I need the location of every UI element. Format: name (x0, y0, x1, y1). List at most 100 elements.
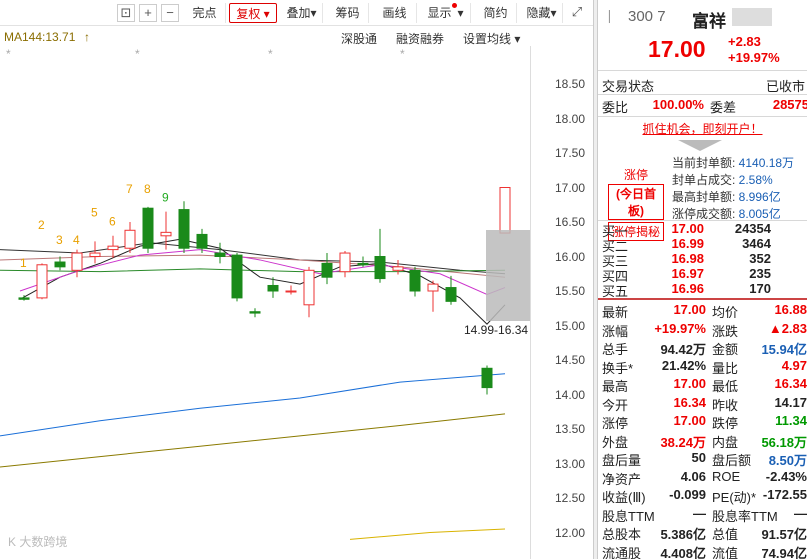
tool-hide-button[interactable]: 隐藏▾ (521, 3, 563, 23)
stat-label: ROE (712, 468, 741, 484)
candle-body (71, 252, 83, 271)
count-label: 3 (56, 233, 63, 247)
stock-app: ⊡ + − 完点 复权 ▾ 叠加▾ 筹码 画线 显示 ▾ 简约 隐藏▾ ⤢ MA1… (0, 0, 807, 559)
orderbook-row[interactable]: 买五 16.96 170 (598, 281, 807, 299)
set-ma-option[interactable]: 设置均线 ▾ (463, 30, 520, 47)
ma144-label: MA144:13.71 (4, 30, 76, 44)
stat-value: 17.00 (673, 413, 706, 428)
zoom-out-icon[interactable]: − (161, 4, 179, 22)
stat-value: 17.00 (673, 302, 706, 317)
stat-value: -0.099 (669, 487, 706, 502)
back-icon[interactable]: ❘ (604, 8, 615, 24)
orderbook-row[interactable]: 买二 16.99 3464 (598, 236, 807, 254)
stat-value: 14.17 (774, 394, 807, 410)
hk-connect-option[interactable]: 深股通 (341, 30, 377, 47)
ma-legend-row: MA144:13.71 ↑ 深股通 融资融券 设置均线 ▾ (0, 28, 593, 46)
tool-display-button[interactable]: 显示 ▾ (421, 3, 471, 23)
orderbook-row[interactable]: 买四 16.97 235 (598, 266, 807, 284)
limit-detail-label: 封单占成交: (672, 173, 736, 187)
stat-value: 50 (691, 450, 706, 465)
range-highlight (486, 230, 530, 321)
fullscreen-icon[interactable]: ⤢ (568, 4, 586, 22)
tool-draw-button[interactable]: 画线 (373, 3, 417, 23)
orderbook-qty: 24354 (734, 221, 771, 236)
stat-label: 今开 (602, 397, 629, 413)
tool-simple-button[interactable]: 简约 (475, 3, 517, 23)
stat-label: 股息率TTM (712, 508, 778, 524)
candle-body (89, 252, 101, 258)
last-price: 17.00 (648, 36, 706, 62)
collapse-arrow-icon[interactable] (678, 140, 722, 151)
stat-label: 流值 (712, 545, 739, 559)
stat-row: 涨停 17.00 跌停 11.34 (598, 413, 807, 431)
margin-trading-option[interactable]: 融资融券 (396, 30, 444, 47)
stat-label: 昨收 (712, 397, 739, 413)
candle-body (54, 261, 66, 268)
orderbook-qty: 352 (749, 251, 771, 266)
candle-body (374, 256, 386, 280)
stock-name: 富祥 (692, 12, 726, 31)
promo-link[interactable]: 抓住机会，即刻开户！ (642, 122, 762, 136)
orderbook-row[interactable]: 买一 17.00 24354 (598, 221, 807, 239)
candle-body (231, 254, 243, 299)
ma-line (19, 238, 506, 325)
notification-dot (452, 3, 458, 8)
stat-value: ▲2.83 (768, 320, 807, 336)
y-tick-label: 13.50 (555, 422, 586, 436)
orderbook-qty: 3464 (742, 236, 771, 251)
watermark: K 大数跨境 (8, 534, 67, 549)
limit-detail-row: 封单占成交: 2.58% (672, 171, 807, 187)
price-change: +2.83 (728, 34, 761, 49)
orderbook-qty: 235 (749, 266, 771, 281)
lock-icon[interactable]: ⊡ (117, 4, 135, 22)
stat-row: 今开 16.34 昨收 14.17 (598, 395, 807, 413)
stat-value: 74.94亿 (761, 545, 807, 559)
weicha-value: 28575 (772, 97, 807, 112)
stat-value: 8.50万 (768, 453, 807, 468)
y-tick-label: 15.50 (555, 284, 586, 298)
zoom-in-icon[interactable]: + (139, 4, 157, 22)
weicha-label: 委差 (710, 100, 737, 115)
price-header: 17.00 +2.83 +19.97% (598, 34, 807, 66)
orderbook-price: 16.96 (671, 281, 704, 296)
ma-line (0, 373, 506, 437)
stat-label: PE(动)* (712, 490, 757, 505)
stat-row: 最高 17.00 最低 16.34 (598, 376, 807, 394)
up-arrow-icon: ↑ (84, 30, 90, 44)
stat-value: -2.43% (765, 468, 807, 484)
name-redaction (732, 8, 772, 26)
count-label: 6 (109, 214, 116, 228)
kline-chart[interactable]: ⊡ + − 完点 复权 ▾ 叠加▾ 筹码 画线 显示 ▾ 简约 隐藏▾ ⤢ MA1… (0, 0, 593, 559)
count-label: 2 (38, 218, 45, 232)
stat-row: 流通股 4.408亿 流值 74.94亿 (598, 543, 807, 559)
stat-value: 38.24万 (660, 434, 706, 450)
promo-banner[interactable]: 抓住机会，即刻开户！ (598, 120, 807, 140)
price-change-pct: +19.97% (728, 50, 780, 65)
asterisk-mark: * (6, 47, 11, 61)
stat-row: 净资产 4.06 ROE -2.43% (598, 469, 807, 487)
candle-body (178, 209, 190, 249)
tool-complete-button[interactable]: 完点 (184, 3, 226, 23)
candle-body (285, 290, 297, 293)
stat-row: 换手* 21.42% 量比 4.97 (598, 358, 807, 376)
y-tick-label: 15.00 (555, 318, 586, 333)
tool-overlay-button[interactable]: 叠加▾ (281, 3, 323, 23)
stat-row: 外盘 38.24万 内盘 56.18万 (598, 432, 807, 450)
orderbook-price: 16.98 (671, 251, 704, 266)
ma-line (0, 413, 506, 468)
stat-row: 收益(Ⅲ) -0.099 PE(动)* -172.55 (598, 487, 807, 505)
y-tick-label: 12.50 (555, 491, 586, 505)
tool-adjust-button[interactable]: 复权 ▾ (229, 3, 277, 23)
stat-label: 均价 (712, 305, 739, 320)
candle-body (339, 252, 351, 273)
stat-value: 21.42% (661, 357, 706, 373)
orderbook-row[interactable]: 买三 16.98 352 (598, 251, 807, 269)
y-tick-label: 16.00 (555, 249, 586, 264)
stat-value: — (693, 505, 706, 521)
tool-chips-button[interactable]: 筹码 (327, 3, 369, 23)
stat-label: 金额 (712, 342, 739, 357)
y-tick-label: 18.50 (555, 77, 586, 91)
price-plot[interactable]: * * * * 1 23 456 7 89 14.99-16.34 K 大数跨境 (0, 46, 530, 559)
stat-value: 16.88 (774, 302, 807, 317)
stat-label: 涨停 (602, 416, 629, 431)
